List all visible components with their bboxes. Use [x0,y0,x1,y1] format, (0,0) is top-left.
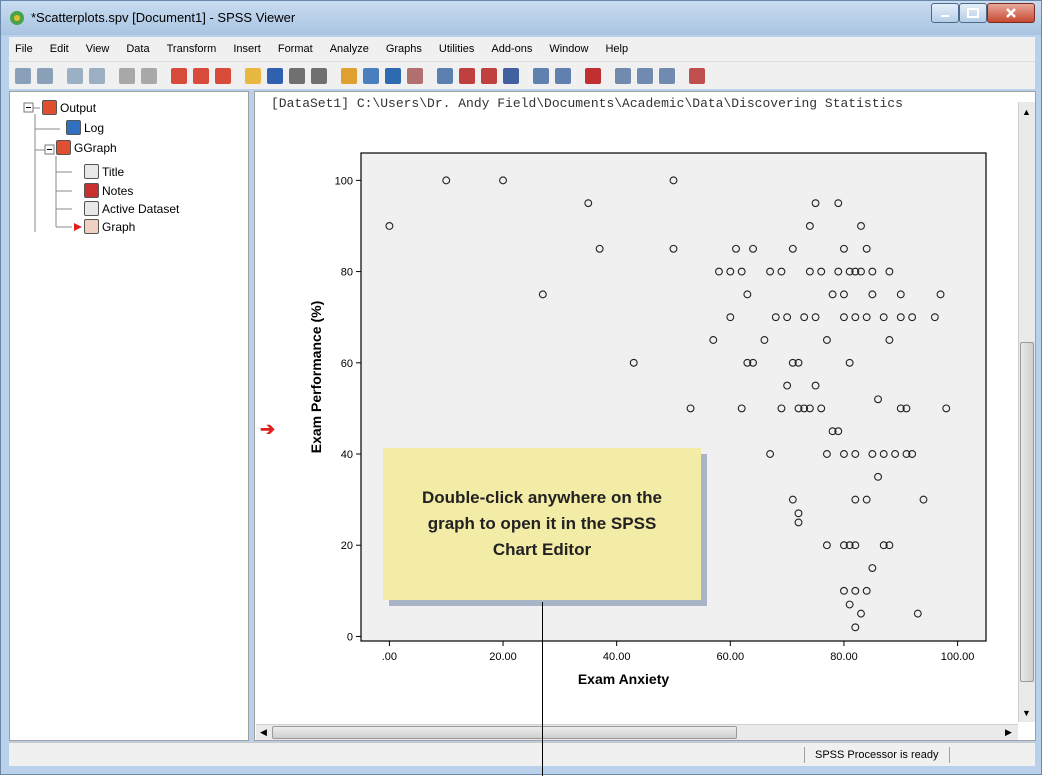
use-sets-icon[interactable] [533,67,549,84]
value-labels-icon[interactable] [659,67,675,84]
menu-format[interactable]: Format [278,43,313,55]
promote-icon[interactable] [171,67,187,84]
tree-item-notes[interactable]: Notes [84,183,133,198]
menu-bar: File Edit View Data Transform Insert For… [9,37,1035,61]
spss-app-icon [10,11,24,25]
designate-window-icon[interactable] [615,67,631,84]
title-doc-icon [84,164,99,179]
graph-icon [84,219,99,234]
y-tick-label: 60 [341,358,353,370]
log-icon [66,120,81,135]
ggraph-book-icon [56,140,71,155]
scroll-right-icon[interactable]: ▶ [1001,725,1016,740]
collapse-icon[interactable] [89,67,105,84]
x-tick-label: 80.00 [830,651,858,663]
y-tick-label: 20 [341,540,353,552]
variables-icon[interactable] [503,67,519,84]
callout-leader-line [542,602,543,776]
notes-icon [84,183,99,198]
y-tick-label: 0 [347,631,353,643]
vertical-scroll-thumb[interactable] [1020,342,1034,682]
x-tick-label: .00 [382,651,397,663]
menu-transform[interactable]: Transform [167,43,217,55]
menu-view[interactable]: View [86,43,110,55]
open-folder-icon[interactable] [245,67,261,84]
demote-icon[interactable] [193,67,209,84]
minimize-button[interactable] [931,3,959,23]
selection-arrow-icon: ➔ [260,419,276,439]
horizontal-scrollbar[interactable]: ◀ ▶ [256,724,1018,740]
title-bar[interactable]: *Scatterplots.spv [Document1] - SPSS Vie… [1,1,1041,35]
window-title: *Scatterplots.spv [Document1] - SPSS Vie… [31,10,296,25]
menu-edit[interactable]: Edit [50,43,69,55]
horizontal-scroll-thumb[interactable] [272,726,737,739]
maximize-icon [967,8,979,18]
output-outline-pane: Output Log GGraph Title Notes Active Dat… [9,91,249,741]
x-tick-label: 60.00 [717,651,745,663]
tree-item-log[interactable]: Log [66,120,104,135]
goto-variable-icon[interactable] [481,67,497,84]
scroll-up-icon[interactable]: ▲ [1019,104,1034,119]
menu-graphs[interactable]: Graphs [386,43,422,55]
close-icon [1006,8,1016,18]
x-tick-label: 100.00 [941,651,975,663]
x-axis-label: Exam Anxiety [578,671,670,687]
maximize-button[interactable] [959,3,987,23]
y-tick-label: 100 [335,175,353,187]
menu-add-ons[interactable]: Add-ons [491,43,532,55]
menu-insert[interactable]: Insert [233,43,261,55]
insert-text-icon[interactable] [689,67,705,84]
expand-icon[interactable] [67,67,83,84]
spss-viewer-window: *Scatterplots.spv [Document1] - SPSS Vie… [0,0,1042,776]
back-icon[interactable] [15,67,31,84]
y-tick-label: 80 [341,267,353,279]
tree-item-active-dataset[interactable]: Active Dataset [84,201,179,216]
select-cases-icon[interactable] [637,67,653,84]
print-preview-icon[interactable] [311,67,327,84]
forward-icon[interactable] [37,67,53,84]
print-icon[interactable] [289,67,305,84]
y-tick-label: 40 [341,449,353,461]
y-axis-label: Exam Performance (%) [308,301,324,454]
processor-status: SPSS Processor is ready [804,747,950,763]
show-all-variables-icon[interactable] [555,67,571,84]
goto-case-icon[interactable] [459,67,475,84]
tree-item-ggraph[interactable]: GGraph [56,140,117,155]
scatterplot-chart[interactable]: .00 20.00 40.00 60.00 80.00 100.00 0 20 40 60 80 10… [291,131,1001,701]
output-book-icon [42,100,57,115]
split-file-icon[interactable] [585,67,601,84]
save-icon[interactable] [267,67,283,84]
minimize-icon [941,15,949,17]
x-tick-label: 40.00 [603,651,631,663]
vertical-scrollbar[interactable]: ▲ ▼ [1018,102,1035,722]
x-tick-label: 20.00 [489,651,517,663]
recall-dialog-icon[interactable] [363,67,379,84]
tree-item-title[interactable]: Title [84,164,124,179]
scroll-left-icon[interactable]: ◀ [256,725,271,740]
callout-text: Double-click anywhere on the graph to op… [422,488,662,559]
redo-icon[interactable] [407,67,423,84]
menu-analyze[interactable]: Analyze [330,43,369,55]
status-bar: SPSS Processor is ready [9,742,1035,766]
insert-heading-icon[interactable] [215,67,231,84]
undo-icon[interactable] [385,67,401,84]
close-button[interactable] [987,3,1035,23]
tree-item-graph[interactable]: Graph [84,219,135,234]
dataset-doc-icon [84,201,99,216]
menu-utilities[interactable]: Utilities [439,43,474,55]
tree-item-output[interactable]: Output [42,100,96,115]
dataset-path-text: [DataSet1] C:\Users\Dr. Andy Field\Docum… [271,96,903,111]
instruction-callout: Double-click anywhere on the graph to op… [383,448,701,600]
menu-help[interactable]: Help [605,43,628,55]
show-icon[interactable] [119,67,135,84]
goto-data-icon[interactable] [437,67,453,84]
menu-window[interactable]: Window [549,43,588,55]
menu-file[interactable]: File [15,43,33,55]
export-icon[interactable] [341,67,357,84]
toolbar [9,61,1035,89]
hide-icon[interactable] [141,67,157,84]
scroll-down-icon[interactable]: ▼ [1019,705,1034,720]
menu-data[interactable]: Data [126,43,149,55]
